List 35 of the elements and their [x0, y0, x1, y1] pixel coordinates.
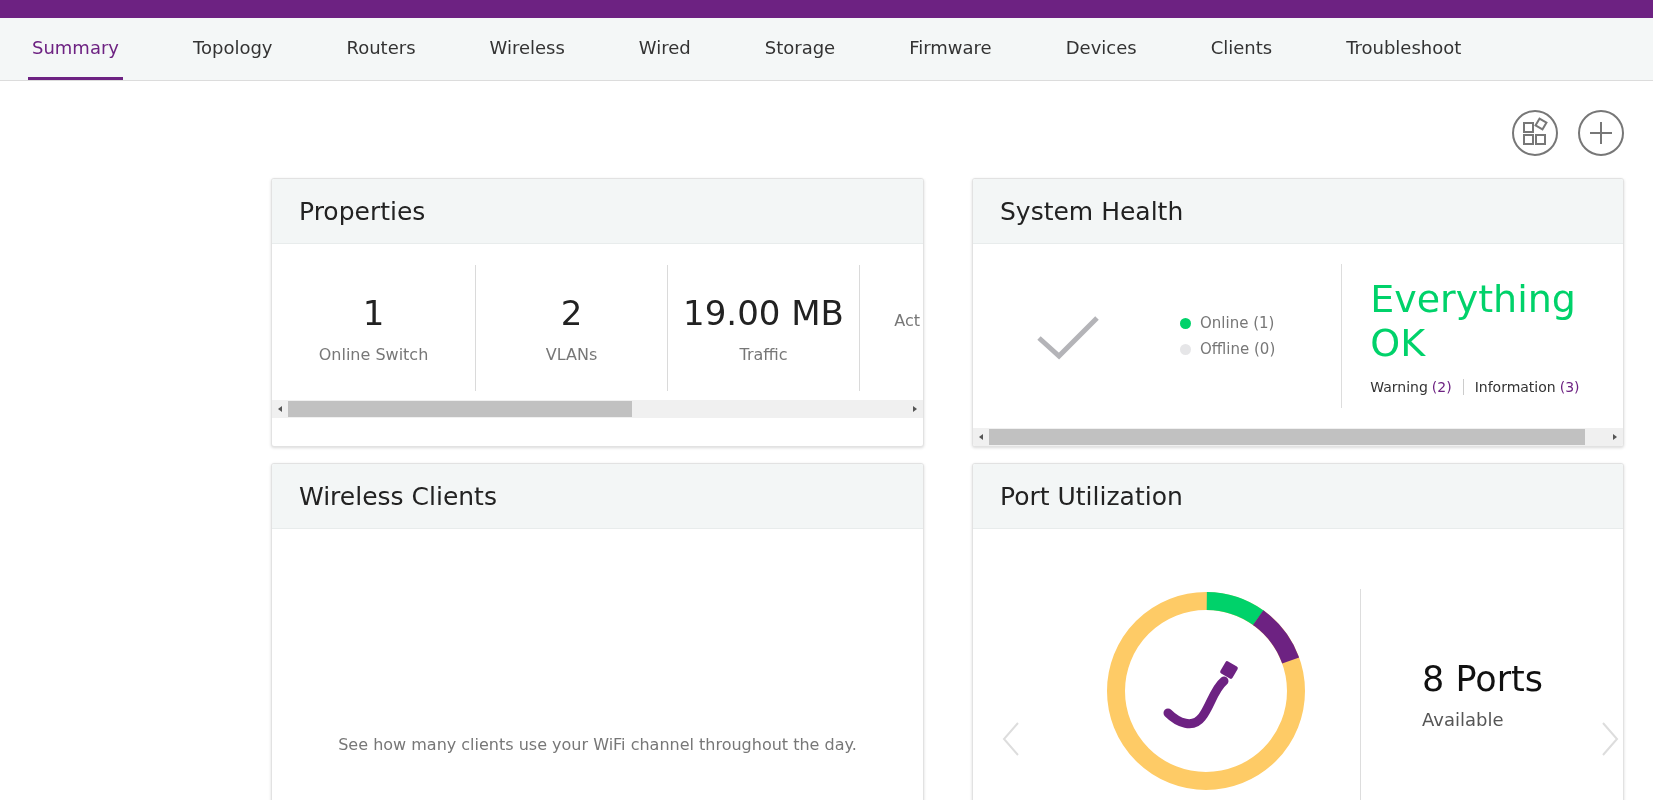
- port-count: 8 Ports: [1422, 658, 1544, 699]
- nav-tab[interactable]: Storage: [760, 18, 840, 80]
- status-label: Offline (0): [1200, 340, 1276, 358]
- horizontal-scrollbar[interactable]: [272, 400, 923, 418]
- alert-count[interactable]: (3): [1559, 379, 1580, 395]
- status-label: Online (1): [1200, 314, 1275, 332]
- card-title: System Health: [1000, 196, 1184, 226]
- nav-tab[interactable]: Firmware: [905, 18, 996, 80]
- health-message: Everything OK: [1370, 277, 1577, 365]
- stat-value: 19.00 MB: [683, 292, 844, 333]
- port-caption: Available: [1422, 708, 1505, 730]
- nav-tab[interactable]: Troubleshoot: [1342, 18, 1466, 80]
- nav-tab[interactable]: Devices: [1061, 18, 1141, 80]
- nav-tab[interactable]: Routers: [342, 18, 420, 80]
- alert-label: Information: [1474, 379, 1556, 395]
- card-title: Port Utilization: [1000, 481, 1183, 511]
- nav-tab[interactable]: Summary: [28, 18, 123, 80]
- nav-tab[interactable]: Topology: [189, 18, 277, 80]
- stat-label: Online Switch: [318, 344, 429, 364]
- card-title: Properties: [299, 196, 426, 226]
- widgets-icon[interactable]: [1511, 109, 1559, 157]
- stat-label: VLANs: [545, 344, 598, 364]
- nav-tab[interactable]: Wired: [634, 18, 695, 80]
- stat-value: 1: [362, 292, 385, 333]
- nav-tab[interactable]: Clients: [1206, 18, 1277, 80]
- nav-tab[interactable]: Wireless: [485, 18, 569, 80]
- stat-label: Traffic: [739, 344, 788, 364]
- alert-label: Warning: [1370, 379, 1428, 395]
- card-title: Wireless Clients: [299, 481, 497, 511]
- alert-count[interactable]: (2): [1431, 379, 1452, 395]
- empty-state-text: See how many clients use your WiFi channel throughout the day.: [338, 735, 857, 754]
- add-icon[interactable]: [1577, 109, 1625, 157]
- stat-value: 2: [560, 292, 583, 333]
- horizontal-scrollbar[interactable]: [973, 428, 1623, 446]
- stat-label: Act: [894, 311, 920, 330]
